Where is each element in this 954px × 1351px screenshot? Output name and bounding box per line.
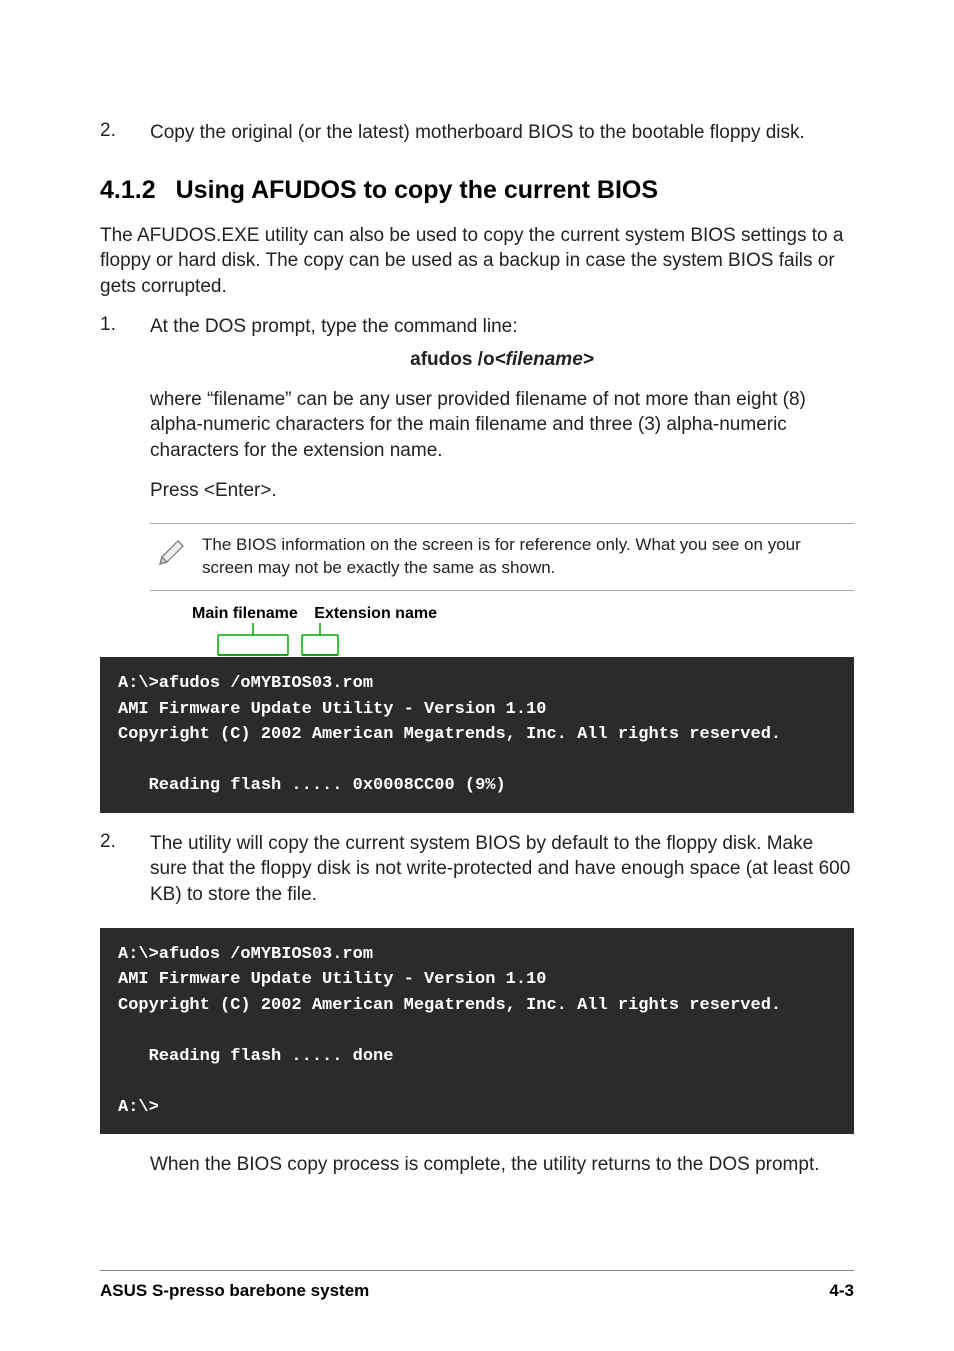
terminal-labels: Main filename Extension name <box>160 605 854 623</box>
step-1: 1. At the DOS prompt, type the command l… <box>100 314 854 504</box>
command-prefix: afudos /o <box>410 349 494 370</box>
command-line: afudos /o<filename> <box>150 347 854 373</box>
step-2-top: 2. Copy the original (or the latest) mot… <box>100 120 854 146</box>
terminal-output-2: A:\>afudos /oMYBIOS03.rom AMI Firmware U… <box>100 928 854 1135</box>
footer-left: ASUS S-presso barebone system <box>100 1281 369 1301</box>
closing-text: When the BIOS copy process is complete, … <box>150 1152 854 1178</box>
note-block: The BIOS information on the screen is fo… <box>150 523 854 591</box>
closing-paragraph-row: When the BIOS copy process is complete, … <box>100 1152 854 1178</box>
where-text: where “filename” can be any user provide… <box>150 387 854 464</box>
footer-page-number: 4-3 <box>829 1281 854 1301</box>
step-2-bottom: 2. The utility will copy the current sys… <box>100 831 854 908</box>
section-number: 4.1.2 <box>100 176 156 205</box>
step-number: 2. <box>100 120 150 146</box>
step-text: The utility will copy the current system… <box>150 831 854 908</box>
intro-paragraph: The AFUDOS.EXE utility can also be used … <box>100 223 854 300</box>
pointer-diagram <box>160 627 854 657</box>
terminal-output-1: A:\>afudos /oMYBIOS03.rom AMI Firmware U… <box>100 657 854 813</box>
step-text: Copy the original (or the latest) mother… <box>150 120 854 146</box>
step-number: 2. <box>100 831 150 908</box>
section-heading: 4.1.2 Using AFUDOS to copy the current BI… <box>100 176 854 205</box>
page-footer: ASUS S-presso barebone system 4-3 <box>100 1270 854 1301</box>
press-text: Press <Enter>. <box>150 478 854 504</box>
pencil-icon <box>154 536 194 575</box>
label-main-filename: Main filename <box>192 605 298 623</box>
section-title: Using AFUDOS to copy the current BIOS <box>176 176 658 204</box>
label-extension-name: Extension name <box>314 605 437 623</box>
step-body: At the DOS prompt, type the command line… <box>150 314 854 504</box>
step-text: At the DOS prompt, type the command line… <box>150 314 854 340</box>
command-suffix: <filename> <box>495 349 594 370</box>
step-number: 1. <box>100 314 150 504</box>
note-text: The BIOS information on the screen is fo… <box>202 534 850 580</box>
